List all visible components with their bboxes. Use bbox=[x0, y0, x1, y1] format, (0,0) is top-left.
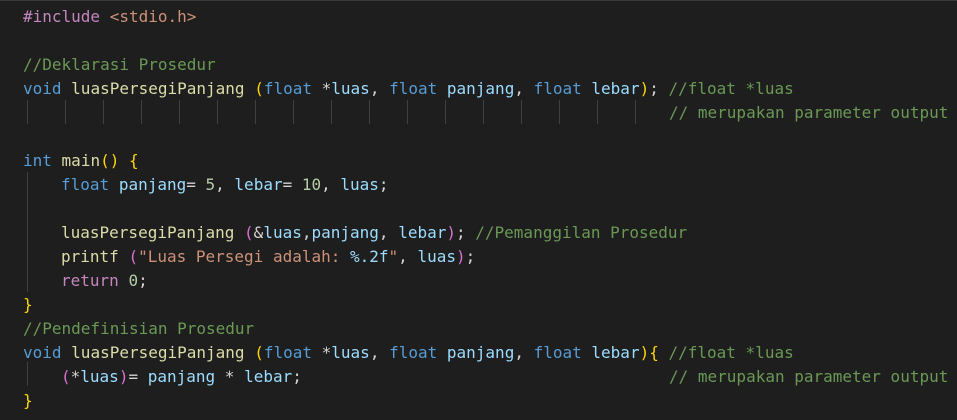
variable: luas bbox=[80, 367, 119, 386]
keyword: void bbox=[23, 79, 62, 98]
bracket: } bbox=[23, 391, 33, 410]
bracket: () bbox=[100, 151, 120, 170]
indent-guide bbox=[103, 100, 104, 124]
code-line[interactable]: luasPersegiPanjang (&luas,panjang, lebar… bbox=[61, 221, 687, 245]
indent-guide bbox=[559, 100, 560, 124]
keyword: int bbox=[23, 151, 52, 170]
keyword: float bbox=[533, 343, 582, 362]
variable: panjang bbox=[118, 175, 187, 194]
function-call: luasPersegiPanjang bbox=[61, 223, 235, 242]
comment: //Deklarasi Prosedur bbox=[23, 55, 216, 74]
comment: // merupakan parameter output bbox=[669, 103, 949, 122]
bracket: ) bbox=[118, 367, 129, 386]
comment: //Pendefinisian Prosedur bbox=[23, 319, 255, 338]
indent-guide bbox=[293, 100, 294, 124]
parameter: lebar bbox=[591, 343, 640, 362]
comment: //Pemanggilan Prosedur bbox=[475, 223, 688, 242]
bracket: ( bbox=[128, 247, 139, 266]
variable: panjang bbox=[311, 223, 379, 242]
keyword: float bbox=[263, 343, 313, 362]
indent-guide bbox=[27, 100, 28, 124]
indent-guide bbox=[407, 100, 408, 124]
code-line[interactable]: int main() { bbox=[23, 149, 139, 173]
comment: // merupakan parameter output bbox=[669, 367, 949, 386]
code-editor[interactable]: #include <stdio.h> //Deklarasi Prosedur … bbox=[0, 0, 957, 420]
number-literal: 5 bbox=[205, 175, 216, 194]
keyword: float bbox=[61, 175, 110, 194]
variable: lebar bbox=[398, 223, 447, 242]
code-line[interactable]: // merupakan parameter output bbox=[669, 365, 948, 389]
variable: luas bbox=[263, 223, 302, 242]
bracket: ) bbox=[639, 79, 650, 98]
code-line[interactable]: #include <stdio.h> bbox=[23, 5, 196, 29]
bracket: ( bbox=[254, 343, 264, 362]
indent-guide bbox=[445, 100, 446, 124]
code-line[interactable]: } bbox=[23, 389, 33, 413]
editor-top-border bbox=[0, 0, 957, 1]
indent-guide bbox=[521, 100, 522, 124]
indent-guide bbox=[179, 100, 180, 124]
indent-guide bbox=[27, 362, 28, 386]
string-literal: "Luas Persegi adalah: bbox=[138, 247, 350, 266]
indent-guide bbox=[255, 100, 256, 124]
function-name: luasPersegiPanjang bbox=[71, 79, 245, 98]
number-literal: 0 bbox=[128, 271, 139, 290]
variable: lebar bbox=[244, 367, 293, 386]
indent-guide bbox=[635, 100, 636, 124]
keyword: float bbox=[389, 343, 438, 362]
comment: //float *luas bbox=[668, 79, 794, 98]
keyword: void bbox=[23, 343, 62, 362]
indent-guide bbox=[217, 100, 218, 124]
indent-guide bbox=[27, 172, 28, 292]
variable: luas bbox=[417, 247, 456, 266]
code-line[interactable]: printf ("Luas Persegi adalah: %.2f", lua… bbox=[61, 245, 475, 269]
variable: lebar bbox=[234, 175, 283, 194]
bracket: ( bbox=[254, 79, 264, 98]
indent-guide bbox=[65, 100, 66, 124]
code-line[interactable]: //Deklarasi Prosedur bbox=[23, 53, 216, 77]
string-literal: " bbox=[388, 247, 399, 266]
parameter: panjang bbox=[446, 343, 515, 362]
bracket: ( bbox=[244, 223, 254, 242]
include-header: <stdio.h> bbox=[109, 7, 197, 26]
preprocessor-directive: #include bbox=[23, 7, 101, 26]
indent-guide bbox=[369, 100, 370, 124]
function-name: main bbox=[61, 151, 101, 170]
keyword: return bbox=[61, 271, 119, 290]
code-line[interactable]: void luasPersegiPanjang (float *luas, fl… bbox=[23, 341, 794, 365]
code-line[interactable]: void luasPersegiPanjang (float *luas, fl… bbox=[23, 77, 794, 101]
code-line[interactable]: } bbox=[23, 293, 33, 317]
parameter: lebar bbox=[591, 79, 640, 98]
code-line[interactable]: (*luas)= panjang * lebar; bbox=[61, 365, 302, 389]
indent-guide bbox=[331, 100, 332, 124]
code-line[interactable]: //Pendefinisian Prosedur bbox=[23, 317, 254, 341]
code-line[interactable]: float panjang= 5, lebar= 10, luas; bbox=[61, 173, 389, 197]
parameter: panjang bbox=[446, 79, 515, 98]
parameter: luas bbox=[331, 343, 370, 362]
keyword: float bbox=[389, 79, 438, 98]
format-specifier: %.2f bbox=[350, 247, 389, 266]
parameter: luas bbox=[331, 79, 370, 98]
function-call: printf bbox=[61, 247, 119, 266]
variable: panjang bbox=[147, 367, 216, 386]
function-name: luasPersegiPanjang bbox=[71, 343, 245, 362]
bracket: ) bbox=[446, 223, 456, 242]
indent-guide bbox=[597, 100, 598, 124]
number-literal: 10 bbox=[301, 175, 322, 194]
keyword: float bbox=[263, 79, 313, 98]
indent-guide bbox=[141, 100, 142, 124]
comment: //float *luas bbox=[668, 343, 794, 362]
bracket: } bbox=[23, 295, 33, 314]
bracket: ( bbox=[61, 367, 71, 386]
variable: luas bbox=[340, 175, 379, 194]
code-line[interactable]: // merupakan parameter output bbox=[669, 101, 948, 125]
bracket: { bbox=[128, 151, 139, 170]
code-line[interactable]: return 0; bbox=[61, 269, 148, 293]
keyword: float bbox=[533, 79, 582, 98]
bracket: ){ bbox=[639, 343, 659, 362]
indent-guide bbox=[483, 100, 484, 124]
bracket: ) bbox=[455, 247, 466, 266]
